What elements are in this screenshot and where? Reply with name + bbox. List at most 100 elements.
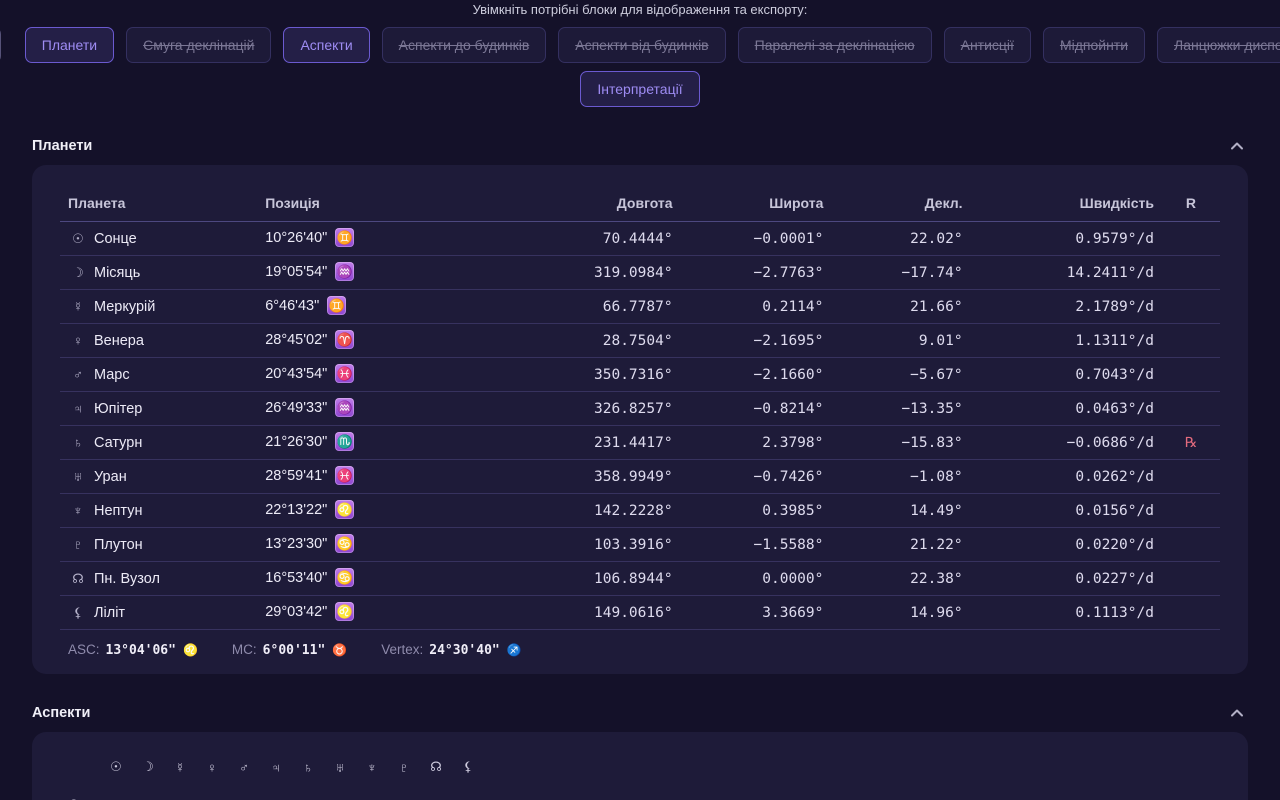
planet-latitude-cell: −0.7426° bbox=[681, 460, 832, 494]
planet-latitude-cell: −1.5588° bbox=[681, 528, 832, 562]
toggle-button[interactable]: Ланцюжки диспозицій bbox=[1157, 27, 1280, 63]
planet-row: ⚸Ліліт 29°03'42"♌ 149.0616° 3.3669° 14.9… bbox=[60, 596, 1220, 630]
planet-position-cell: 13°23'30"♋ bbox=[257, 528, 506, 562]
vertex-label: Vertex: bbox=[381, 642, 423, 657]
mc-label: MC: bbox=[232, 642, 257, 657]
planet-declination-cell: 21.22° bbox=[831, 528, 970, 562]
instruction-text: Увімкніть потрібні блоки для відображенн… bbox=[0, 0, 1280, 17]
planet-speed-cell: 0.0463°/d bbox=[971, 392, 1162, 426]
zodiac-scorpio-badge: ♏ bbox=[335, 432, 354, 451]
planet-name-cell: ♅Уран bbox=[60, 460, 257, 494]
planets-card: Планета Позиція Довгота Широта Декл. Шви… bbox=[32, 165, 1248, 674]
planet-row: ☊Пн. Вузол 16°53'40"♋ 106.8944° 0.0000° … bbox=[60, 562, 1220, 596]
planet-retro-cell bbox=[1162, 358, 1220, 392]
planet-longitude-cell: 319.0984° bbox=[507, 256, 681, 290]
planet-speed-cell: 0.0262°/d bbox=[971, 460, 1162, 494]
planet-speed-cell: 0.0156°/d bbox=[971, 494, 1162, 528]
planet-latitude-cell: 2.3798° bbox=[681, 426, 832, 460]
planet-longitude-cell: 106.8944° bbox=[507, 562, 681, 596]
planet-retro-cell bbox=[1162, 494, 1220, 528]
aspects-collapse-button[interactable] bbox=[1226, 702, 1248, 724]
zodiac-pisces-badge: ♓ bbox=[335, 466, 354, 485]
planet-name-cell: ☊Пн. Вузол bbox=[60, 562, 257, 596]
planets-table-header-row: Планета Позиція Довгота Широта Декл. Шви… bbox=[60, 181, 1220, 222]
taurus-sign-icon: ♉ bbox=[332, 643, 347, 657]
toggle-button[interactable]: Аспекти bbox=[283, 27, 369, 63]
planet-name-cell: ☽Місяць bbox=[60, 256, 257, 290]
planet-position-cell: 20°43'54"♓ bbox=[257, 358, 506, 392]
planet-position-cell: 22°13'22"♌ bbox=[257, 494, 506, 528]
planet-position-cell: 10°26'40"♊ bbox=[257, 222, 506, 256]
zodiac-aquarius-badge: ♒ bbox=[335, 262, 354, 281]
planet-retro-cell bbox=[1162, 290, 1220, 324]
planet-speed-cell: −0.0686°/d bbox=[971, 426, 1162, 460]
planet-row: ♀Венера 28°45'02"♈ 28.7504° −2.1695° 9.0… bbox=[60, 324, 1220, 358]
planet-position-cell: 6°46'43"♊ bbox=[257, 290, 506, 324]
toggle-button[interactable]: Планети bbox=[25, 27, 114, 63]
retrograde-icon: ℞ bbox=[1185, 435, 1198, 451]
header-longitude: Довгота bbox=[507, 181, 681, 222]
zodiac-aries-badge: ♈ bbox=[335, 330, 354, 349]
toggle-button[interactable]: Інтерпретації bbox=[580, 71, 699, 107]
uranus-icon: ♅ bbox=[324, 760, 356, 775]
sagittarius-sign-icon: ♐ bbox=[507, 643, 522, 657]
asc-angle: ASC:13°04'06"♌ bbox=[68, 642, 198, 658]
zodiac-gemini-badge: ♊ bbox=[327, 296, 346, 315]
aspects-section-header: Аспекти bbox=[32, 702, 1248, 724]
planet-name-cell: ☿Меркурій bbox=[60, 290, 257, 324]
planet-longitude-cell: 358.9949° bbox=[507, 460, 681, 494]
zodiac-leo-badge: ♌ bbox=[335, 602, 354, 621]
planet-retro-cell bbox=[1162, 222, 1220, 256]
planet-row: ♆Нептун 22°13'22"♌ 142.2228° 0.3985° 14.… bbox=[60, 494, 1220, 528]
planet-position-cell: 29°03'42"♌ bbox=[257, 596, 506, 630]
header-declination: Декл. bbox=[831, 181, 970, 222]
planet-declination-cell: 14.49° bbox=[831, 494, 970, 528]
toggle-button[interactable]: Аспекти від будинків bbox=[558, 27, 725, 63]
toggle-button[interactable]: Аспекти до будинків bbox=[382, 27, 547, 63]
planet-longitude-cell: 70.4444° bbox=[507, 222, 681, 256]
toggle-row-1: Всі Планети Смуга деклінацій Аспекти Асп… bbox=[0, 27, 1280, 63]
asc-value: 13°04'06" bbox=[106, 643, 176, 658]
planet-name-cell: ♀Венера bbox=[60, 324, 257, 358]
aspects-matrix-header: ☉☽☿♀♂♃♄♅♆♇☊⚸ bbox=[60, 754, 1220, 780]
planet-longitude-cell: 149.0616° bbox=[507, 596, 681, 630]
planet-speed-cell: 2.1789°/d bbox=[971, 290, 1162, 324]
toggle-button[interactable]: Мідпойнти bbox=[1043, 27, 1145, 63]
planet-retro-cell bbox=[1162, 324, 1220, 358]
planet-speed-cell: 0.7043°/d bbox=[971, 358, 1162, 392]
neptune-icon: ♆ bbox=[356, 760, 388, 775]
planet-name-cell: ♃Юпітер bbox=[60, 392, 257, 426]
header-position: Позиція bbox=[257, 181, 506, 222]
saturn-icon: ♄ bbox=[292, 760, 324, 775]
planets-table: Планета Позиція Довгота Широта Декл. Шви… bbox=[60, 181, 1220, 630]
chart-angles-footer: ASC:13°04'06"♌ MC:6°00'11"♉ Vertex:24°30… bbox=[60, 630, 1220, 666]
lilith-icon: ⚸ bbox=[452, 759, 484, 775]
moon-icon: ☽ bbox=[132, 759, 164, 775]
planet-latitude-cell: 0.2114° bbox=[681, 290, 832, 324]
planet-speed-cell: 0.9579°/d bbox=[971, 222, 1162, 256]
planet-name-cell: ♄Сатурн bbox=[60, 426, 257, 460]
planets-collapse-button[interactable] bbox=[1226, 135, 1248, 157]
saturn-icon: ♄ bbox=[68, 435, 88, 450]
planet-row: ♇Плутон 13°23'30"♋ 103.3916° −1.5588° 21… bbox=[60, 528, 1220, 562]
planet-position-cell: 26°49'33"♒ bbox=[257, 392, 506, 426]
zodiac-cancer-badge: ♋ bbox=[335, 534, 354, 553]
pluto-icon: ♇ bbox=[388, 760, 420, 775]
planet-latitude-cell: 0.0000° bbox=[681, 562, 832, 596]
toggle-button[interactable]: Антисції bbox=[944, 27, 1031, 63]
aspects-section-title: Аспекти bbox=[32, 705, 90, 721]
vertex-angle: Vertex:24°30'40"♐ bbox=[381, 642, 521, 658]
planet-speed-cell: 0.1113°/d bbox=[971, 596, 1162, 630]
toggle-button[interactable]: Паралелі за деклінацією bbox=[738, 27, 932, 63]
planet-row: ♄Сатурн 21°26'30"♏ 231.4417° 2.3798° −15… bbox=[60, 426, 1220, 460]
toggle-button-all[interactable]: Всі bbox=[0, 27, 1, 63]
planet-declination-cell: 9.01° bbox=[831, 324, 970, 358]
aspects-matrix-row: ☉ bbox=[60, 792, 1220, 800]
north-node-icon: ☊ bbox=[420, 759, 452, 775]
planet-latitude-cell: −2.1695° bbox=[681, 324, 832, 358]
planet-position-cell: 21°26'30"♏ bbox=[257, 426, 506, 460]
planet-declination-cell: 22.02° bbox=[831, 222, 970, 256]
toggle-button[interactable]: Смуга деклінацій bbox=[126, 27, 271, 63]
pluto-icon: ♇ bbox=[68, 537, 88, 552]
planet-latitude-cell: −0.8214° bbox=[681, 392, 832, 426]
